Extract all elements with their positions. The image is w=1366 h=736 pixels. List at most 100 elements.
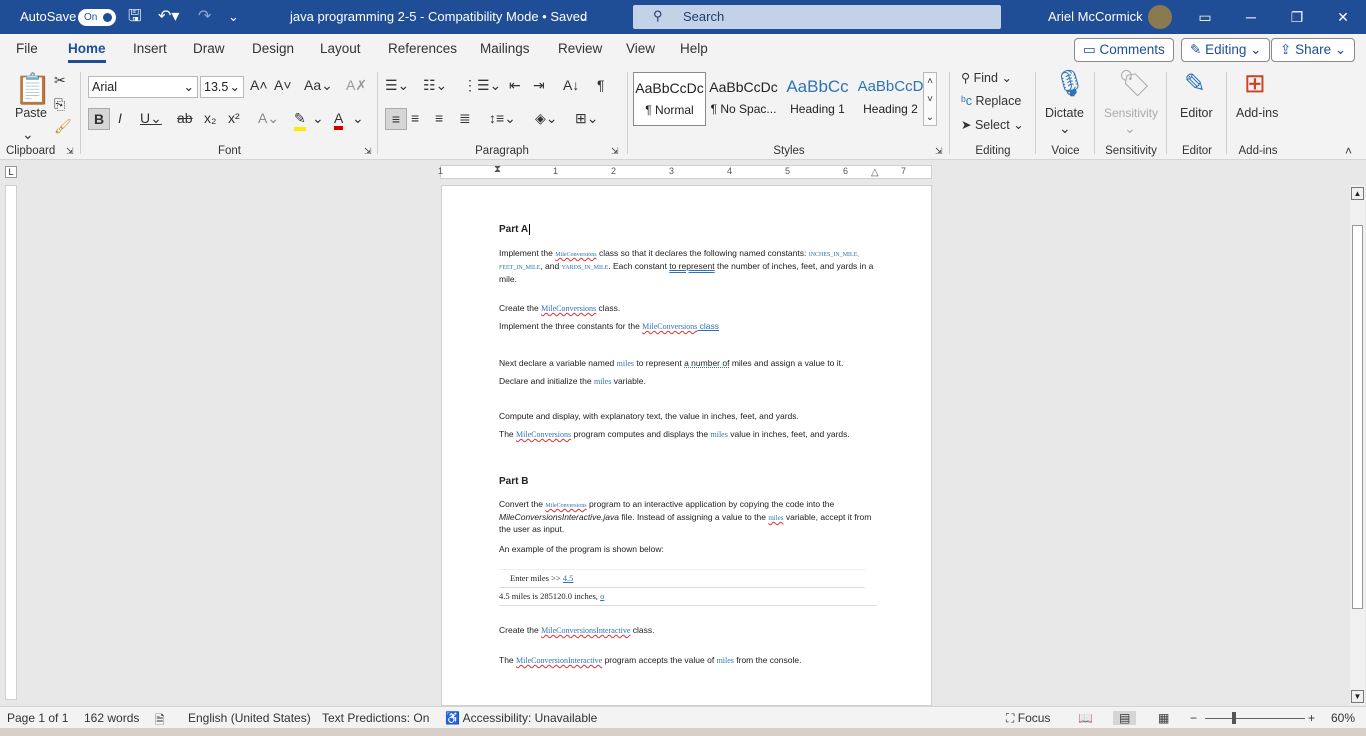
decrease-indent-icon[interactable]: ⇤	[509, 77, 521, 94]
chevron-down-icon[interactable]: ⌄	[312, 110, 324, 127]
horizontal-ruler[interactable]: 1 1 2 3 4 5 6 7 ⧗ △	[438, 164, 932, 179]
shading-icon[interactable]: ◈⌄	[535, 110, 558, 127]
read-mode-icon[interactable]: 📖	[1078, 711, 1093, 725]
tab-selector-icon[interactable]: L	[5, 166, 17, 178]
clipboard-launcher-icon[interactable]: ⇲	[66, 146, 74, 157]
show-marks-icon[interactable]: ¶	[597, 77, 605, 93]
scroll-up-icon[interactable]: ▲	[1351, 187, 1364, 200]
redo-icon[interactable]: ↷	[198, 0, 211, 34]
replace-button[interactable]: ᵇc Replace	[961, 94, 1021, 108]
shrink-font-icon[interactable]: A˅	[274, 77, 292, 93]
addins-button[interactable]: Add-ins	[1236, 106, 1278, 120]
clear-formatting-icon[interactable]: A✗	[346, 77, 367, 94]
editor-button[interactable]: Editor	[1180, 106, 1213, 120]
user-name[interactable]: Ariel McCormick	[1048, 0, 1143, 34]
paragraph-launcher-icon[interactable]: ⇲	[611, 146, 619, 157]
word-count[interactable]: 162 words	[84, 711, 139, 725]
chevron-down-icon[interactable]: ⌄	[1059, 120, 1071, 137]
focus-button[interactable]: ⛶ Focus	[1006, 711, 1050, 726]
microphone-icon[interactable]: 🎙	[1053, 68, 1086, 99]
share-button[interactable]: ⇪ Share ⌄	[1271, 38, 1356, 62]
bullets-icon[interactable]: ☰⌄	[385, 77, 409, 94]
bold-icon[interactable]: B	[88, 108, 110, 130]
close-icon[interactable]: ✕	[1320, 0, 1366, 34]
align-right-icon[interactable]: ≡	[435, 110, 443, 126]
comments-button[interactable]: ▭ Comments	[1074, 38, 1174, 62]
zoom-level[interactable]: 60%	[1331, 711, 1355, 725]
zoom-slider[interactable]	[1205, 718, 1305, 719]
sort-icon[interactable]: A↓	[563, 77, 579, 93]
tab-design[interactable]: Design	[252, 41, 294, 56]
document-title[interactable]: java programming 2-5 - Compatibility Mod…	[290, 0, 587, 34]
find-button[interactable]: ⚲ Find ⌄	[961, 70, 1012, 85]
title-chevron-down-icon[interactable]: ⌄	[578, 0, 589, 34]
tab-references[interactable]: References	[388, 41, 457, 56]
format-painter-icon[interactable]: 🖌	[54, 118, 72, 135]
cut-icon[interactable]: ✂	[54, 72, 66, 89]
document-page[interactable]: Part A Implement the MileConversions cla…	[441, 185, 932, 706]
chevron-down-icon[interactable]: ⌄	[352, 110, 364, 127]
minimize-icon[interactable]: ─	[1228, 0, 1274, 34]
borders-icon[interactable]: ⊞⌄	[575, 110, 598, 127]
addins-icon[interactable]: ⊞	[1244, 68, 1266, 99]
tab-draw[interactable]: Draw	[193, 41, 225, 56]
strikethrough-icon[interactable]: ab	[177, 110, 193, 126]
style-normal[interactable]: AaBbCcDc ¶ Normal	[633, 72, 706, 126]
paste-icon[interactable]: 📋	[14, 72, 51, 107]
editing-mode-button[interactable]: ✎ Editing ⌄	[1181, 38, 1271, 62]
tab-mailings[interactable]: Mailings	[480, 41, 530, 56]
text-predictions[interactable]: Text Predictions: On	[322, 711, 429, 725]
select-button[interactable]: ➤ Select ⌄	[961, 117, 1024, 132]
tab-insert[interactable]: Insert	[133, 41, 167, 56]
underline-icon[interactable]: U⌄	[140, 110, 162, 127]
undo-icon[interactable]: ↶▾	[158, 0, 179, 34]
numbering-icon[interactable]: ☷⌄	[423, 77, 447, 94]
search-box[interactable]: ⚲ Search	[633, 5, 1001, 29]
tab-home[interactable]: Home	[68, 41, 106, 63]
scroll-thumb[interactable]	[1352, 225, 1363, 609]
autosave-toggle[interactable]: On	[78, 9, 116, 26]
sensitivity-button[interactable]: Sensitivity	[1104, 106, 1158, 120]
font-name-select[interactable]: Arial ⌄	[88, 76, 198, 98]
font-color-icon[interactable]: A	[334, 110, 344, 130]
justify-icon[interactable]: ≣	[459, 110, 471, 127]
highlight-icon[interactable]: ✎	[294, 110, 306, 131]
multilevel-list-icon[interactable]: ⋮☰⌄	[463, 77, 501, 94]
chevron-down-icon[interactable]: ⌄	[1124, 120, 1136, 137]
print-layout-icon[interactable]: ▤	[1113, 711, 1137, 725]
tab-view[interactable]: View	[626, 41, 655, 56]
page-count[interactable]: Page 1 of 1	[7, 711, 68, 725]
indent-marker-icon[interactable]: ⧗	[494, 164, 501, 175]
web-layout-icon[interactable]: ▦	[1158, 711, 1169, 725]
avatar[interactable]	[1148, 5, 1172, 29]
tab-help[interactable]: Help	[680, 41, 708, 56]
font-size-select[interactable]: 13.5 ⌄	[200, 76, 244, 98]
zoom-slider-thumb[interactable]	[1232, 712, 1236, 724]
line-spacing-icon[interactable]: ↕≡⌄	[489, 110, 516, 127]
align-left-icon[interactable]: ≡	[385, 108, 407, 130]
dictate-button[interactable]: Dictate	[1045, 106, 1084, 120]
superscript-icon[interactable]: x²	[228, 110, 240, 126]
change-case-icon[interactable]: Aa⌄	[304, 77, 333, 94]
subscript-icon[interactable]: x₂	[204, 110, 216, 126]
copy-icon[interactable]: ⎘	[54, 96, 65, 113]
restore-icon[interactable]: ❐	[1274, 0, 1320, 34]
font-launcher-icon[interactable]: ⇲	[364, 146, 372, 157]
ribbon-display-icon[interactable]: ▭	[1182, 0, 1228, 34]
text-effects-icon[interactable]: A⌄	[258, 110, 279, 127]
vertical-scrollbar[interactable]: ▲ ▼	[1350, 185, 1365, 705]
customize-toolbar-icon[interactable]: ⌄	[228, 0, 239, 34]
styles-launcher-icon[interactable]: ⇲	[935, 146, 943, 157]
accessibility-status[interactable]: ♿ Accessibility: Unavailable	[445, 711, 597, 725]
style-heading-1[interactable]: AaBbCc Heading 1	[781, 72, 854, 126]
right-indent-marker-icon[interactable]: △	[871, 167, 879, 178]
chevron-down-icon[interactable]: ⌄	[22, 126, 34, 143]
language[interactable]: English (United States)	[188, 711, 311, 725]
vertical-ruler[interactable]	[5, 185, 17, 700]
grow-font-icon[interactable]: A˄	[250, 77, 268, 93]
zoom-in-icon[interactable]: +	[1308, 711, 1315, 725]
save-icon[interactable]: 🖫	[128, 0, 142, 34]
sensitivity-icon[interactable]: 🏷	[1118, 68, 1151, 99]
tab-layout[interactable]: Layout	[320, 41, 361, 56]
style-heading-2[interactable]: AaBbCcD Heading 2	[854, 72, 927, 126]
